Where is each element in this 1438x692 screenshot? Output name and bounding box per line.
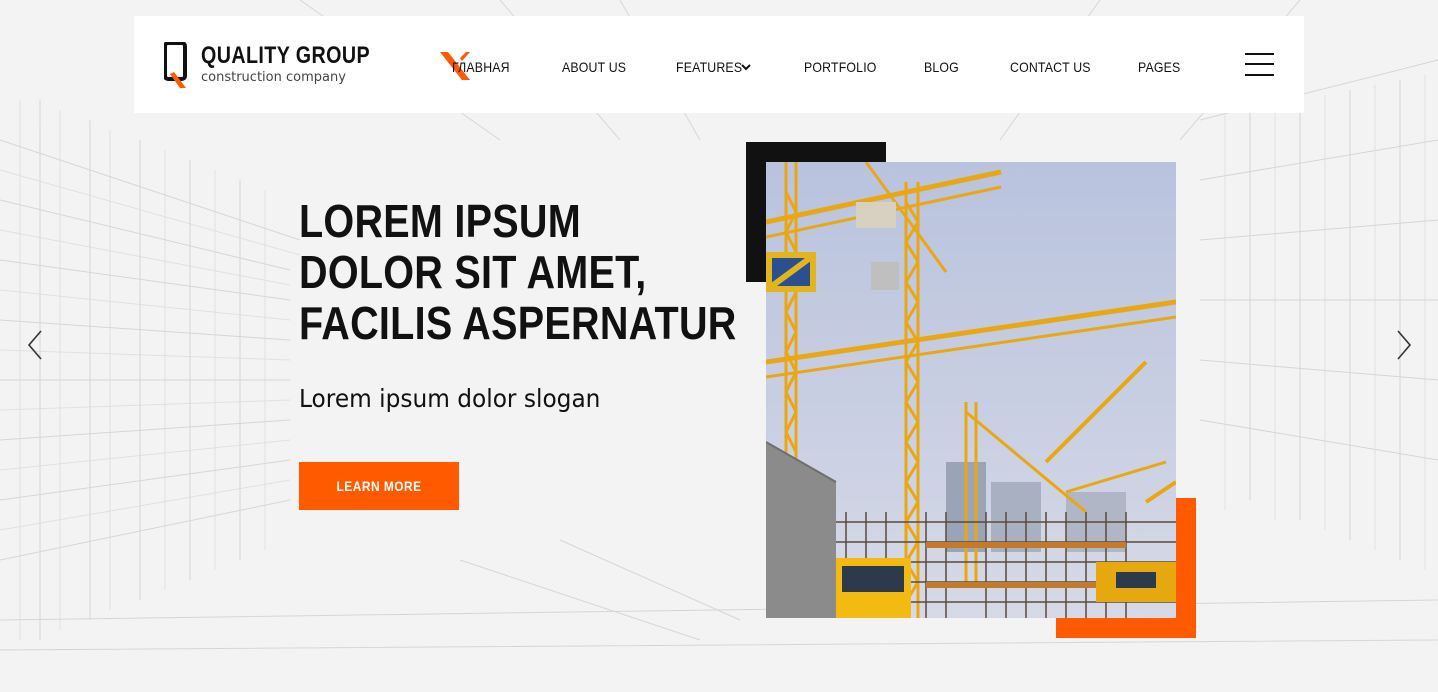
nav-item-features[interactable]: FEATURES [676,59,742,75]
nav-item-blog[interactable]: BLOG [924,59,959,75]
site-header: QUALITY GROUP construction company ГЛАВН… [134,16,1304,113]
hero-title-line: FACILIS ASPERNATUR [299,297,737,349]
learn-more-label: LEARN MORE [336,478,422,494]
hero-slogan: Lorem ipsum dolor slogan [299,384,601,413]
construction-cranes-image [766,162,1176,618]
nav-item-portfolio[interactable]: PORTFOLIO [804,59,877,75]
hero-title-line: DOLOR SIT AMET, [299,246,647,298]
chevron-down-icon[interactable] [741,64,751,71]
main-nav: ГЛАВНАЯ ABOUT US FEATURES PORTFOLIO BLOG… [134,16,1304,113]
nav-item-about-us[interactable]: ABOUT US [562,59,626,75]
chevron-left-icon[interactable] [26,330,44,360]
chevron-right-icon[interactable] [1395,330,1413,360]
hero-construction-photo [766,162,1176,618]
hero-title: LOREM IPSUM DOLOR SIT AMET, FACILIS ASPE… [299,195,737,349]
nav-item-contact-us[interactable]: CONTACT US [1010,59,1091,75]
nav-item-home[interactable]: ГЛАВНАЯ [452,59,510,75]
nav-item-pages[interactable]: PAGES [1138,59,1180,75]
hamburger-menu-icon[interactable] [1245,52,1274,77]
learn-more-button[interactable]: LEARN MORE [299,462,459,510]
hero-title-line: LOREM IPSUM [299,195,581,247]
